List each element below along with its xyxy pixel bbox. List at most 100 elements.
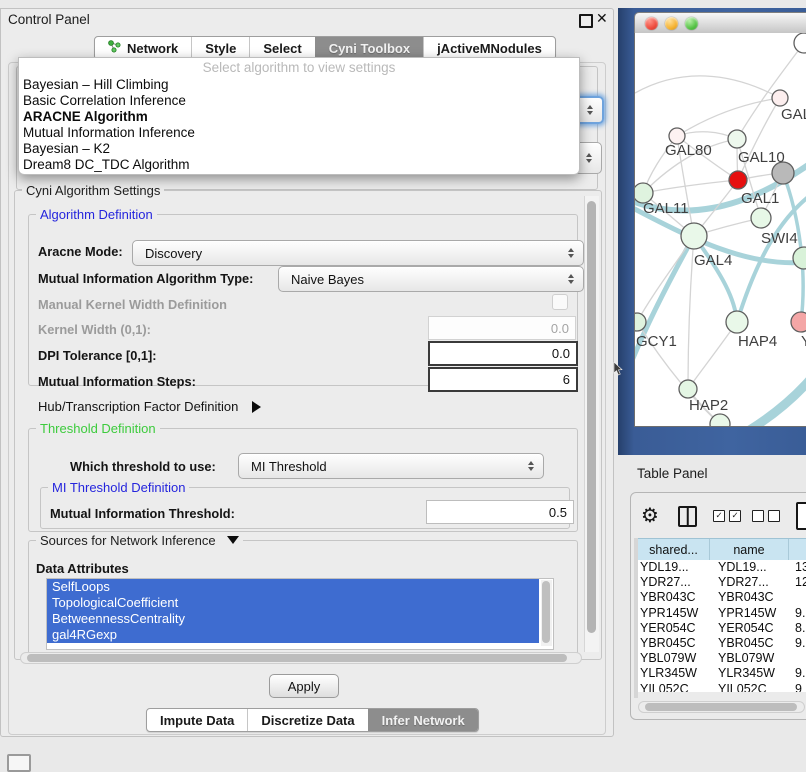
network-node-label: HAP2 — [689, 397, 728, 414]
network-edge[interactable] — [643, 180, 738, 193]
network-node-label: GAL1 — [741, 190, 779, 207]
column-header-name[interactable]: name — [710, 539, 789, 561]
network-edge[interactable] — [637, 236, 694, 322]
table-row[interactable]: YLR345WYLR345W9. — [638, 666, 806, 681]
network-node-gal10[interactable] — [728, 130, 746, 148]
attribute-item-selected[interactable]: SelfLoops — [47, 579, 539, 595]
tab-discretize-data[interactable]: Discretize Data — [247, 709, 367, 731]
tab-infer-network[interactable]: Infer Network — [368, 709, 478, 731]
select-all-icon[interactable]: ✓✓ — [713, 510, 741, 522]
table-cell: YPR145W — [640, 606, 698, 621]
dropdown-option[interactable]: Bayesian – Hill Climbing — [19, 77, 579, 93]
attribute-item-selected[interactable]: gal4RGexp — [47, 627, 539, 643]
network-node[interactable] — [794, 33, 806, 53]
tab-select[interactable]: Select — [249, 37, 314, 59]
deselect-all-icon[interactable] — [752, 510, 780, 522]
settings-vertical-scrollbar[interactable] — [584, 196, 599, 652]
attribute-item-selected[interactable]: TopologicalCoefficient — [47, 595, 539, 611]
network-node-y[interactable] — [791, 312, 806, 332]
table-cell: YDR27... — [640, 575, 691, 590]
network-window-titlebar[interactable] — [634, 12, 806, 35]
table-row[interactable]: YBR045CYBR045C9. — [638, 636, 806, 651]
network-node-hap4[interactable] — [726, 311, 748, 333]
mi-steps-field[interactable]: 6 — [428, 367, 578, 392]
kernel-width-label: Kernel Width (0,1): — [38, 322, 151, 337]
table-cell: YER054C — [640, 621, 696, 636]
close-traffic-light-icon[interactable] — [645, 17, 658, 30]
apply-button[interactable]: Apply — [269, 674, 339, 698]
network-node-gal7[interactable] — [772, 90, 788, 106]
tab-jactivemnodules[interactable]: jActiveMNodules — [423, 37, 555, 59]
dpi-tolerance-field[interactable]: 0.0 — [428, 341, 578, 366]
network-node[interactable] — [772, 162, 794, 184]
tab-cyni-toolbox[interactable]: Cyni Toolbox — [315, 37, 423, 59]
tab-impute-data[interactable]: Impute Data — [147, 709, 247, 731]
minimize-traffic-light-icon[interactable] — [665, 17, 678, 30]
network-edge[interactable] — [677, 98, 780, 136]
column-layout-icon[interactable] — [678, 506, 697, 527]
aracne-mode-value: Discovery — [145, 246, 202, 261]
algorithm-definition-title: Algorithm Definition — [36, 207, 157, 222]
maximize-traffic-light-icon[interactable] — [685, 17, 698, 30]
network-graph[interactable]: GAL7GAL80GAL10GAL1GAL11SWI4GAL4GCY1HAP4Y… — [635, 33, 806, 426]
partial-checkbox[interactable] — [7, 754, 31, 772]
settings-gear-icon[interactable]: ⚙ — [641, 503, 659, 528]
network-graph-icon — [108, 40, 121, 56]
table-row[interactable]: YBL079W YBL079W — [638, 651, 806, 666]
attribute-list-scrollbar[interactable] — [541, 580, 552, 646]
network-node-gal4[interactable] — [681, 223, 707, 249]
attribute-item-selected[interactable]: BetweennessCentrality — [47, 611, 539, 627]
table-cell: YBL079W — [640, 651, 696, 666]
which-threshold-combobox[interactable]: MI Threshold — [238, 453, 544, 479]
network-node-label: GAL7 — [781, 106, 806, 123]
table-row[interactable]: YDL19...YDL19...13 — [638, 560, 806, 575]
table-cell: YLR345W — [640, 666, 697, 681]
settings-scrollbar-thumb[interactable] — [587, 201, 596, 633]
network-edge[interactable] — [635, 76, 780, 98]
dropdown-option[interactable]: Dream8 DC_TDC Algorithm — [19, 157, 579, 173]
manual-kernel-checkbox[interactable] — [552, 294, 568, 310]
network-edge[interactable] — [743, 369, 806, 426]
hub-factor-expander[interactable]: Hub/Transcription Factor Definition — [38, 399, 261, 414]
mi-type-combobox[interactable]: Naive Bayes — [278, 266, 584, 292]
table-cell: YBR045C — [718, 636, 774, 651]
network-edge[interactable] — [688, 322, 737, 389]
table-cell: 13 — [795, 560, 806, 575]
export-table-icon[interactable] — [796, 502, 806, 530]
network-node-hap2[interactable] — [679, 380, 697, 398]
algorithm-dropdown-popup: Select algorithm to view settings Bayesi… — [18, 57, 580, 175]
settings-horizontal-scrollbar[interactable] — [20, 652, 582, 664]
table-row[interactable]: YER054CYER054C8. — [638, 621, 806, 636]
dropdown-option[interactable]: Bayesian – K2 — [19, 141, 579, 157]
table-header-row: shared... name — [638, 538, 806, 562]
network-node[interactable] — [710, 414, 730, 426]
dropdown-option[interactable]: Mutual Information Inference — [19, 125, 579, 141]
table-horizontal-scrollbar[interactable] — [638, 701, 805, 713]
column-header-partial[interactable] — [789, 539, 806, 561]
table-row[interactable]: YPR145WYPR145W9. — [638, 606, 806, 621]
close-icon[interactable]: ✕ — [596, 10, 608, 27]
table-row[interactable]: YDR27...YDR27...12 — [638, 575, 806, 590]
mi-threshold-group-title: MI Threshold Definition — [48, 480, 189, 495]
network-view-canvas[interactable]: GAL7GAL80GAL10GAL1GAL11SWI4GAL4GCY1HAP4Y… — [634, 33, 806, 427]
table-hscrollbar-thumb[interactable] — [645, 703, 797, 711]
column-header-shared[interactable]: shared... — [638, 539, 710, 561]
table-row[interactable]: YIL052CYIL052C9 — [638, 682, 806, 693]
float-window-icon[interactable] — [579, 14, 593, 28]
tab-network[interactable]: Network — [95, 37, 191, 59]
kernel-width-field[interactable]: 0.0 — [428, 316, 576, 340]
table-cell: YBL079W — [718, 651, 774, 666]
network-node-swi4[interactable] — [751, 208, 771, 228]
tab-style[interactable]: Style — [191, 37, 249, 59]
network-edge[interactable] — [737, 43, 804, 139]
mi-threshold-field[interactable]: 0.5 — [426, 500, 574, 524]
settings-hscrollbar-thumb[interactable] — [27, 654, 567, 662]
dropdown-option-aracne[interactable]: ARACNE Algorithm — [19, 109, 579, 125]
sources-expander[interactable]: Sources for Network Inference — [36, 533, 243, 548]
network-node-gal1[interactable] — [729, 171, 747, 189]
network-node[interactable] — [793, 247, 806, 269]
aracne-mode-combobox[interactable]: Discovery — [132, 240, 584, 266]
dropdown-option[interactable]: Basic Correlation Inference — [19, 93, 579, 109]
table-row[interactable]: YBR043CYBR043C — [638, 590, 806, 605]
mi-steps-label: Mutual Information Steps: — [38, 374, 196, 389]
